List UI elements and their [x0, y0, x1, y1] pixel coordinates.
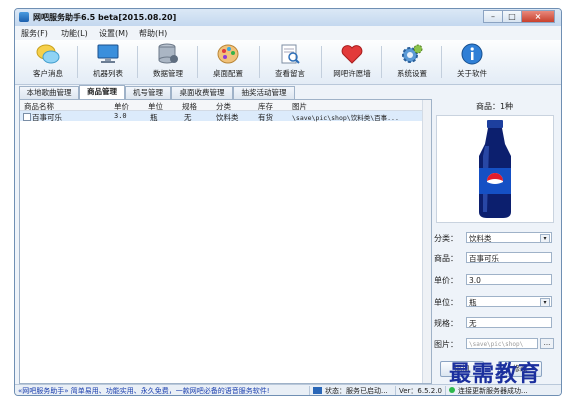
category-select[interactable]: 饮料类 ▾ — [466, 232, 552, 243]
spec-field[interactable]: 无 — [466, 317, 552, 328]
menu-bar: 服务(F) 功能(L) 设置(M) 帮助(H) — [15, 26, 561, 41]
slogan-text: «网吧服务助手» 简单易用、功能实用、永久免费，一款网吧必备的语音服务软件! — [18, 387, 270, 395]
product-detail-panel: 商品：1种 分类： 饮料类 ▾ 商品： 百事可乐 单价： 3.0 单位： 瓶 ▾ — [432, 99, 557, 382]
tab-desktop-billing[interactable]: 桌面收费管理 — [171, 86, 233, 99]
info-icon — [460, 43, 484, 65]
client-messages-button[interactable]: 客户消息 — [19, 42, 77, 82]
product-name-field[interactable]: 百事可乐 — [466, 252, 552, 263]
menu-service[interactable]: 服务(F) — [21, 28, 48, 39]
palette-icon — [216, 43, 240, 65]
app-icon — [19, 12, 29, 22]
product-table: 商品名称 单价 单位 规格 分类 库存 图片 百事可乐 3.0 瓶 无 饮料类 … — [19, 99, 432, 384]
tab-lottery[interactable]: 抽奖活动管理 — [233, 86, 295, 99]
tab-products[interactable]: 商品管理 — [79, 85, 125, 99]
chat-bubbles-icon — [36, 43, 60, 65]
about-button[interactable]: 关于软件 — [443, 42, 501, 82]
view-messages-button[interactable]: 查看留言 — [261, 42, 319, 82]
toolbar: 客户消息 机器列表 数据管理 桌面配置 查看留言 网吧许愿墙 系统设置 关于软件 — [15, 40, 561, 85]
product-image — [436, 115, 554, 223]
close-button[interactable]: × — [521, 10, 555, 23]
price-field[interactable]: 3.0 — [466, 274, 552, 285]
wish-wall-button[interactable]: 网吧许愿墙 — [323, 42, 381, 82]
row-checkbox[interactable] — [23, 113, 31, 121]
monitor-icon — [313, 387, 322, 394]
watermark-text: 最需教育 — [449, 361, 542, 387]
tab-machine-numbers[interactable]: 机号管理 — [125, 86, 171, 99]
machine-list-button[interactable]: 机器列表 — [79, 42, 137, 82]
gears-icon — [400, 43, 424, 65]
system-settings-button[interactable]: 系统设置 — [383, 42, 441, 82]
version-text: Ver：6.5.2.0 — [399, 387, 442, 395]
tab-local-songs[interactable]: 本地歌曲管理 — [19, 86, 79, 99]
chevron-down-icon[interactable]: ▾ — [540, 298, 550, 306]
monitor-icon — [96, 43, 120, 65]
database-icon — [156, 43, 180, 65]
app-window: 网吧服务助手6.5 beta[2015.08.20] – □ × 服务(F) 功… — [14, 8, 562, 396]
note-magnifier-icon — [278, 43, 302, 65]
image-path-field[interactable]: \save\pic\shop\ — [466, 338, 538, 349]
data-management-button[interactable]: 数据管理 — [139, 42, 197, 82]
heart-icon — [340, 43, 364, 65]
unit-select[interactable]: 瓶 ▾ — [466, 296, 552, 307]
chevron-down-icon[interactable]: ▾ — [540, 234, 550, 242]
service-status: 状态：服务已启动... — [325, 387, 388, 395]
menu-function[interactable]: 功能(L) — [61, 28, 88, 39]
window-title: 网吧服务助手6.5 beta[2015.08.20] — [33, 13, 177, 22]
desktop-config-button[interactable]: 桌面配置 — [199, 42, 257, 82]
menu-help[interactable]: 帮助(H) — [139, 28, 167, 39]
minimize-button[interactable]: – — [483, 10, 503, 23]
title-bar[interactable]: 网吧服务助手6.5 beta[2015.08.20] – □ × — [15, 9, 561, 26]
table-scrollbar[interactable] — [422, 100, 431, 383]
table-row[interactable]: 百事可乐 3.0 瓶 无 饮料类 有货 \save\pic\shop\饮料类\百… — [20, 111, 431, 122]
menu-settings[interactable]: 设置(M) — [99, 28, 128, 39]
table-header: 商品名称 单价 单位 规格 分类 库存 图片 — [20, 100, 431, 111]
browse-button[interactable]: ... — [540, 338, 554, 349]
product-count: 商品：1种 — [475, 102, 514, 111]
maximize-button[interactable]: □ — [502, 10, 522, 23]
